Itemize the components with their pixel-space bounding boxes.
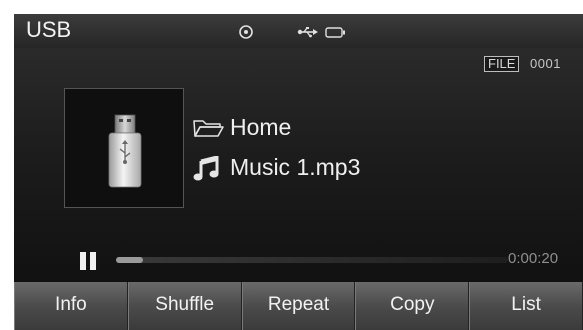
softkey-bar: Info Shuffle Repeat Copy List	[14, 282, 583, 330]
progress-bar[interactable]	[116, 257, 508, 263]
pause-icon-bar-right	[90, 252, 96, 270]
source-title: USB	[26, 17, 72, 42]
media-screen: USB FILE 0001 Home Music 1.mp3 0:00:20 I…	[14, 14, 583, 330]
list-button[interactable]: List	[469, 282, 583, 330]
shuffle-button[interactable]: Shuffle	[127, 282, 242, 330]
folder-icon	[192, 118, 224, 143]
pause-icon-bar-left	[80, 252, 86, 270]
album-art	[64, 88, 184, 208]
repeat-button[interactable]: Repeat	[241, 282, 356, 330]
music-note-icon	[192, 155, 220, 187]
info-button[interactable]: Info	[14, 282, 128, 330]
track-name: Music 1.mp3	[230, 154, 361, 180]
usb-icon	[297, 25, 319, 43]
pause-button[interactable]	[80, 252, 98, 270]
elapsed-time: 0:00:20	[508, 250, 559, 267]
folder-name: Home	[230, 114, 292, 140]
status-bar: USB	[14, 14, 583, 48]
usb-drive-icon	[105, 113, 145, 196]
file-number: 0001	[530, 56, 561, 71]
copy-button[interactable]: Copy	[355, 282, 470, 330]
file-badge: FILE	[484, 56, 520, 72]
battery-icon	[325, 26, 347, 44]
disc-icon	[238, 24, 254, 45]
progress-fill	[116, 257, 144, 263]
